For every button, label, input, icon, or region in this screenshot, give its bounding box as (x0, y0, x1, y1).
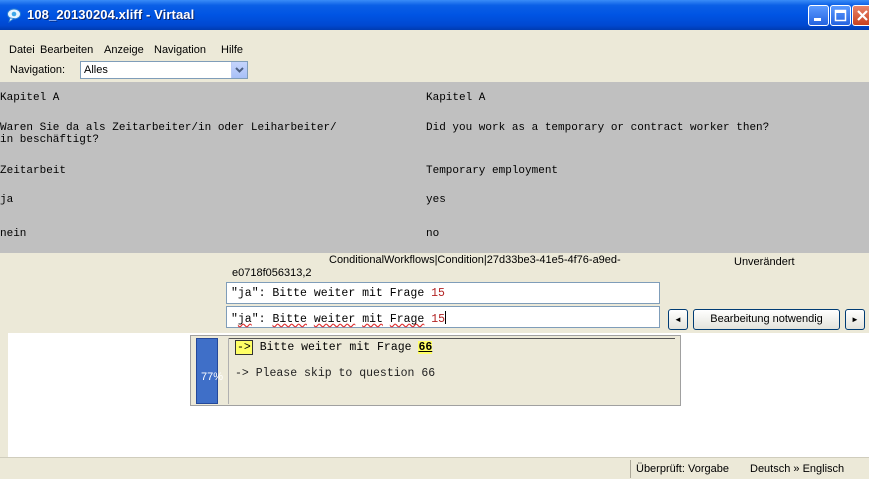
target-word-bitte: Bitte (272, 313, 307, 326)
menu-anzeige[interactable]: Anzeige (104, 44, 144, 56)
segment-target-1[interactable]: Kapitel A (426, 92, 485, 104)
suggestion-popup[interactable]: 77% -> Bitte weiter mit Frage 66 -> Plea… (190, 335, 681, 406)
target-word-frage: Frage (389, 313, 425, 326)
segment-target-5[interactable]: no (426, 228, 439, 240)
minimize-icon (814, 18, 821, 21)
status-checked: Überprüft: Vorgabe (636, 463, 729, 475)
menu-bearbeiten[interactable]: Bearbeiten (40, 44, 93, 56)
status-languages: Deutsch » Englisch (750, 463, 845, 475)
menu-bar: Datei Bearbeiten Anzeige Navigation Hilf… (0, 30, 869, 59)
target-text-field[interactable]: "ja": Bitte weiter mit Frage 15 (226, 306, 660, 328)
source-text-field: "ja": Bitte weiter mit Frage 15 (226, 282, 660, 304)
menu-hilfe[interactable]: Hilfe (221, 44, 243, 56)
suggestion-target-text: Bitte weiter mit Frage (252, 341, 419, 354)
title-bar: 108_20130204.xliff - Virtaal (0, 0, 869, 30)
suggestion-target[interactable]: -> Bitte weiter mit Frage 66 (235, 340, 433, 355)
navigation-label: Navigation: (10, 64, 66, 76)
segment-list: Kapitel A Kapitel A Waren Sie da als Zei… (0, 82, 869, 253)
menu-navigation[interactable]: Navigation (154, 44, 206, 56)
dropdown-arrow-icon[interactable] (231, 62, 247, 78)
segment-source-1[interactable]: Kapitel A (0, 92, 59, 104)
source-text: "ja": Bitte weiter mit Frage (231, 287, 432, 300)
segment-state: Unverändert (734, 256, 795, 268)
next-segment-button[interactable]: ► (845, 309, 865, 330)
segment-source-3[interactable]: Zeitarbeit (0, 165, 66, 177)
close-button[interactable] (852, 5, 869, 26)
segment-source-4[interactable]: ja (0, 194, 13, 206)
maximize-button[interactable] (830, 5, 851, 26)
target-word-ja: ja (237, 313, 252, 326)
maximize-icon (834, 9, 847, 22)
navigation-selected-value: Alles (84, 64, 108, 76)
minimize-button[interactable] (808, 5, 829, 26)
segment-status-button[interactable]: Bearbeitung notwendig (693, 309, 840, 330)
target-quote-open: " (231, 313, 238, 326)
chevron-down-icon (235, 67, 244, 73)
suggestion-target-number: 66 (418, 341, 433, 354)
match-percent-label: 77% (201, 371, 224, 383)
target-number: 15 (431, 313, 446, 326)
popup-divider (228, 338, 675, 339)
status-bar: Überprüft: Vorgabe Deutsch » Englisch (0, 457, 869, 479)
navigation-row: Navigation: Alles (0, 59, 869, 81)
virtaal-app-icon (7, 8, 21, 23)
segment-id-line2: e0718f056313,2 (232, 267, 312, 279)
menu-datei[interactable]: Datei (9, 44, 35, 56)
target-word-mit: mit (362, 313, 383, 326)
segment-source-5[interactable]: nein (0, 228, 26, 240)
previous-segment-button[interactable]: ◄ (668, 309, 688, 330)
suggestion-source: -> Please skip to question 66 (235, 367, 436, 380)
segment-target-4[interactable]: yes (426, 194, 446, 206)
close-icon (857, 10, 868, 21)
target-word-weiter: weiter (313, 313, 356, 326)
text-caret (445, 311, 447, 324)
segment-editor: ConditionalWorkflows|Condition|27d33be3-… (0, 253, 869, 333)
target-quote-close: ": (251, 313, 273, 326)
window-title: 108_20130204.xliff - Virtaal (27, 7, 195, 22)
segment-target-3[interactable]: Temporary employment (426, 165, 558, 177)
segment-id-line1: ConditionalWorkflows|Condition|27d33be3-… (329, 254, 621, 266)
segment-target-2[interactable]: Did you work as a temporary or contract … (426, 122, 769, 134)
navigation-select[interactable]: Alles (80, 61, 248, 79)
status-separator (630, 460, 631, 478)
popup-divider-vertical (228, 338, 229, 404)
source-number: 15 (431, 287, 445, 300)
segment-source-2[interactable]: Waren Sie da als Zeitarbeiter/in oder Le… (0, 122, 337, 146)
suggestion-arrow: -> (235, 340, 253, 355)
